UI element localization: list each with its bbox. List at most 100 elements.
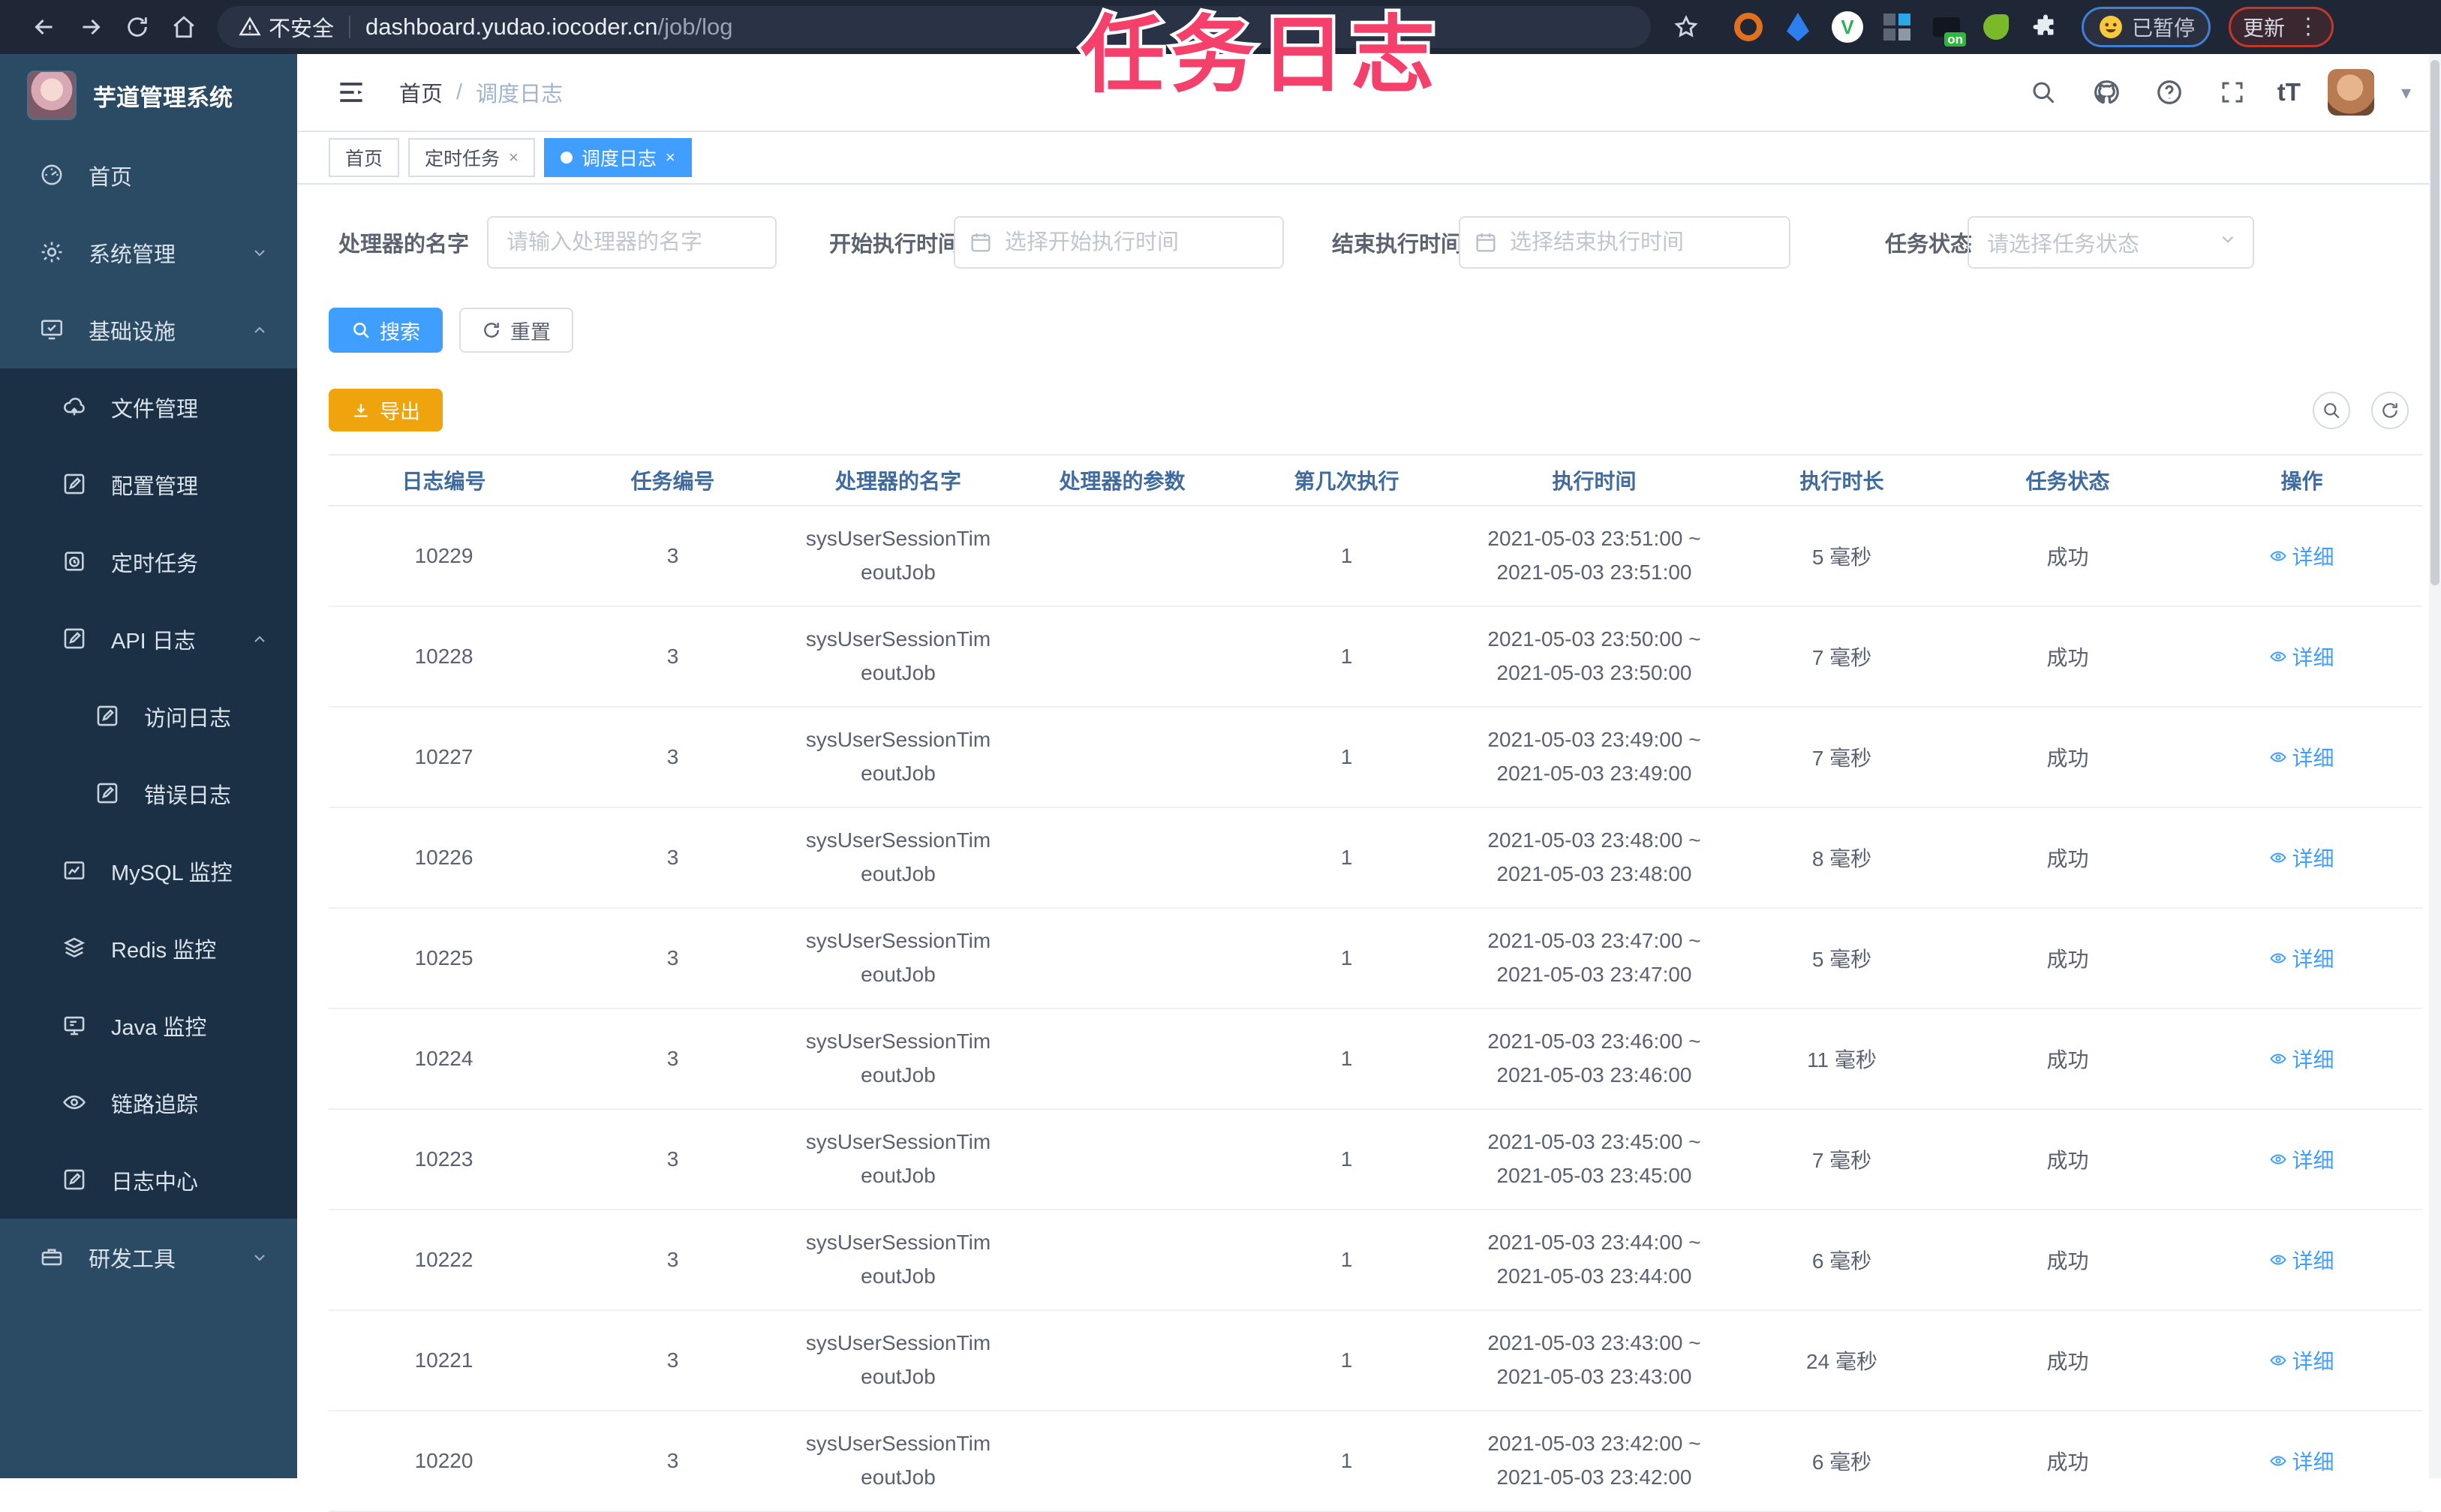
close-icon[interactable]: × [509, 148, 519, 167]
detail-link[interactable]: 详细 [2269, 943, 2334, 973]
detail-link[interactable]: 详细 [2269, 1345, 2334, 1375]
sidebar-item-dev-tools[interactable]: 研发工具 [0, 1219, 297, 1296]
begin-time-input[interactable] [954, 216, 1284, 269]
github-icon[interactable] [2088, 74, 2124, 110]
search-icon [2322, 401, 2341, 420]
sidebar-item-infra[interactable]: 基础设施 [0, 291, 297, 368]
cell-log-id: 10221 [329, 1310, 559, 1411]
sidebar-item-api-log[interactable]: API 日志 [0, 600, 297, 678]
detail-link[interactable]: 详细 [2269, 843, 2334, 873]
detail-link[interactable]: 详细 [2269, 1144, 2334, 1174]
refresh-table-button[interactable] [2371, 392, 2409, 429]
eye-icon [2269, 547, 2287, 565]
detail-link[interactable]: 详细 [2269, 541, 2334, 571]
cell-handler-name: sysUserSessionTimeoutJob [786, 908, 1010, 1009]
export-button[interactable]: 导出 [329, 389, 443, 431]
header-search-icon[interactable] [2025, 74, 2061, 110]
browser-back-icon[interactable] [21, 6, 68, 48]
cell-job-id: 3 [559, 908, 786, 1009]
col-status: 任务状态 [1954, 455, 2181, 506]
sidebar-item-trace[interactable]: 链路追踪 [0, 1064, 297, 1141]
search-button[interactable]: 搜索 [329, 308, 443, 353]
schedule-icon [62, 549, 89, 576]
tab-home[interactable]: 首页 [329, 138, 399, 177]
address-bar[interactable]: 不安全 dashboard.yudao.iocoder.cn/job/log [218, 6, 1651, 48]
sidebar-item-config[interactable]: 配置管理 [0, 446, 297, 523]
bookmark-star-icon[interactable] [1663, 6, 1709, 48]
sidebar-item-system[interactable]: 系统管理 [0, 214, 297, 291]
table-row: 10221 3 sysUserSessionTimeoutJob 1 2021-… [329, 1310, 2422, 1411]
edit-square-icon [95, 703, 122, 730]
extensions-puzzle-icon[interactable] [2029, 11, 2062, 44]
help-icon[interactable] [2151, 74, 2187, 110]
sidebar-item-mysql[interactable]: MySQL 监控 [0, 832, 297, 909]
extension-leaf-icon[interactable] [1980, 11, 2013, 44]
cell-execute-index: 1 [1234, 506, 1459, 606]
sidebar-item-log-center[interactable]: 日志中心 [0, 1141, 297, 1219]
detail-link[interactable]: 详细 [2269, 1245, 2334, 1275]
cell-execute-index: 1 [1234, 908, 1459, 1009]
cell-job-id: 3 [559, 707, 786, 807]
cell-job-id: 3 [559, 1411, 786, 1511]
sidebar-item-redis[interactable]: Redis 监控 [0, 909, 297, 987]
cell-handler-param [1010, 1109, 1234, 1210]
tab-job[interactable]: 定时任务× [408, 138, 535, 177]
detail-link[interactable]: 详细 [2269, 1446, 2334, 1476]
sidebar-item-java[interactable]: Java 监控 [0, 987, 297, 1064]
extension-blue-icon[interactable] [1781, 11, 1814, 44]
user-menu-caret-icon[interactable]: ▾ [2401, 81, 2411, 104]
scrollbar-thumb[interactable] [2430, 60, 2439, 585]
sidebar-item-access-log[interactable]: 访问日志 [0, 678, 297, 755]
browser-forward-icon[interactable] [68, 6, 114, 48]
cell-execute-time: 2021-05-03 23:47:00 ~2021-05-03 23:47:00 [1459, 908, 1730, 1009]
sidebar-item-error-log[interactable]: 错误日志 [0, 755, 297, 832]
detail-link[interactable]: 详细 [2269, 642, 2334, 672]
tab-job-log[interactable]: 调度日志× [544, 138, 692, 177]
user-avatar[interactable] [2328, 69, 2374, 116]
end-time-input[interactable] [1459, 216, 1790, 269]
fullscreen-icon[interactable] [2214, 74, 2250, 110]
extension-grid-icon[interactable] [1880, 11, 1913, 44]
font-size-icon[interactable]: tT [2277, 78, 2301, 107]
begin-time-label: 开始执行时间 [829, 227, 954, 258]
cell-status: 成功 [1954, 807, 2181, 908]
reset-button[interactable]: 重置 [459, 308, 573, 353]
page-scrollbar[interactable] [2429, 54, 2441, 1478]
app-logo-row[interactable]: 芋道管理系统 [0, 54, 297, 137]
main-area: 首页 / 调度日志 tT ▾ 首页 定时任务× 调度日志× [297, 54, 2441, 1478]
chevron-up-icon [251, 630, 269, 648]
browser-menu-icon[interactable]: ⋮ [2297, 20, 2319, 34]
detail-link[interactable]: 详细 [2269, 742, 2334, 772]
end-time-label: 结束执行时间 [1332, 227, 1459, 258]
handler-name-input[interactable] [487, 216, 777, 269]
extension-green-v-icon[interactable]: V [1831, 11, 1864, 44]
sidebar-toggle-icon[interactable] [335, 76, 368, 109]
end-time-picker[interactable] [1459, 216, 1790, 269]
browser-reload-icon[interactable] [114, 6, 161, 48]
cell-status: 成功 [1954, 908, 2181, 1009]
breadcrumb-home[interactable]: 首页 [399, 77, 443, 108]
cell-status: 成功 [1954, 1411, 2181, 1511]
toggle-search-button[interactable] [2313, 392, 2350, 429]
profile-paused-badge[interactable]: 已暂停 [2082, 7, 2211, 47]
browser-update-button[interactable]: 更新 ⋮ [2229, 7, 2334, 47]
site-security-warning[interactable]: 不安全 [239, 11, 334, 43]
cell-handler-param [1010, 506, 1234, 606]
java-monitor-icon [62, 1012, 89, 1039]
extension-orange-icon[interactable] [1732, 11, 1765, 44]
browser-home-icon[interactable] [161, 6, 207, 48]
cell-duration: 6 毫秒 [1730, 1411, 1954, 1511]
sidebar-item-file[interactable]: 文件管理 [0, 368, 297, 446]
col-duration: 执行时长 [1730, 455, 1954, 506]
sidebar-item-home[interactable]: 首页 [0, 137, 297, 214]
detail-link[interactable]: 详细 [2269, 1044, 2334, 1074]
extension-on-badge-icon[interactable]: on [1930, 11, 1963, 44]
sidebar-item-job[interactable]: 定时任务 [0, 523, 297, 600]
gear-icon [39, 239, 66, 266]
eye-icon [2269, 1050, 2287, 1068]
cell-actions: 详细 [2181, 1210, 2422, 1310]
close-icon[interactable]: × [666, 148, 675, 167]
chevron-down-icon [2218, 230, 2238, 255]
status-select[interactable]: 请选择任务状态 [1968, 216, 2254, 269]
begin-time-picker[interactable] [954, 216, 1284, 269]
